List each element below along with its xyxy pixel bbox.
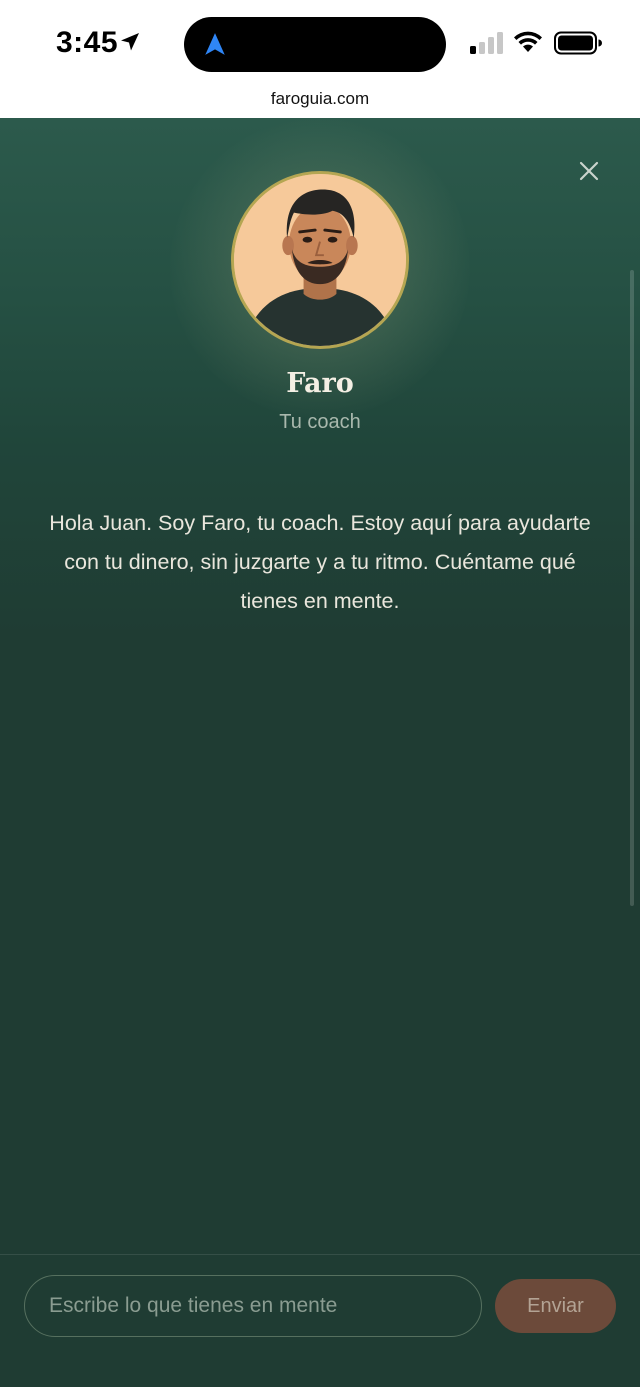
message-composer: Enviar	[0, 1254, 640, 1387]
navigation-arrow-icon	[205, 33, 225, 55]
browser-url-bar[interactable]: faroguia.com	[0, 88, 640, 118]
cellular-signal-icon	[470, 32, 503, 54]
message-input[interactable]	[24, 1275, 482, 1337]
status-time: 3:45	[56, 26, 119, 59]
coach-welcome-message: Hola Juan. Soy Faro, tu coach. Estoy aqu…	[49, 511, 591, 613]
app-page: 3:45 faroguia.com Faro Tu coach Hola Jua…	[0, 0, 640, 1387]
battery-icon	[554, 31, 602, 55]
url-text: faroguia.com	[270, 89, 370, 108]
dynamic-island	[184, 17, 446, 72]
coach-portrait	[234, 174, 406, 346]
status-bar: 3:45	[0, 0, 640, 88]
chat-scrollbar[interactable]	[630, 270, 634, 906]
coach-role: Tu coach	[279, 411, 361, 433]
send-button[interactable]: Enviar	[495, 1279, 616, 1333]
location-arrow-icon	[121, 33, 139, 51]
coach-name: Faro	[286, 368, 354, 399]
close-icon[interactable]	[572, 154, 606, 188]
coach-avatar	[231, 171, 409, 349]
wifi-icon	[514, 31, 542, 52]
chat-area: Faro Tu coach Hola Juan. Soy Faro, tu co…	[0, 118, 640, 1254]
